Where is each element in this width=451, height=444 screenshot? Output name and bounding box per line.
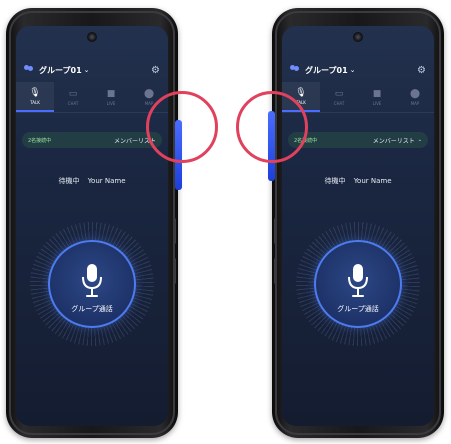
highlight-circle: [236, 91, 308, 163]
status-line: 待機中 Your Name: [282, 176, 434, 186]
header-bar: グループ01 ⌄ ⚙: [24, 62, 160, 78]
mic-icon: [348, 264, 368, 297]
tab-label: LIVE: [372, 101, 382, 106]
side-ridge: [173, 218, 176, 244]
phone-left: グループ01 ⌄ ⚙ 🎙 TALK ▭ CHAT ■ LIVE ⬤ MAP 2名…: [6, 8, 182, 438]
member-list-button[interactable]: メンバーリスト: [373, 136, 415, 145]
tab-label: LIVE: [106, 101, 116, 106]
chevron-down-icon[interactable]: ⌄: [350, 66, 356, 74]
front-camera: [353, 32, 363, 42]
side-ridge: [274, 218, 277, 244]
tab-bar: 🎙 TALK ▭ CHAT ■ LIVE ⬤ MAP: [16, 82, 168, 113]
status-line: 待機中 Your Name: [16, 176, 168, 186]
member-bar[interactable]: 2名接続中 メンバーリスト: [22, 132, 162, 148]
tab-talk[interactable]: 🎙 TALK: [16, 82, 54, 112]
tab-label: MAP: [410, 101, 420, 106]
tab-map[interactable]: ⬤ MAP: [396, 82, 434, 112]
member-bar[interactable]: 2名接続中 メンバーリスト ⌄: [288, 132, 428, 148]
gear-icon[interactable]: ⚙: [151, 65, 160, 76]
group-icon: [290, 65, 302, 75]
front-camera: [87, 32, 97, 42]
mic-icon: 🎙: [295, 88, 307, 98]
group-selector[interactable]: グループ01: [305, 65, 348, 76]
video-icon: ■: [372, 89, 382, 99]
group-selector[interactable]: グループ01: [39, 65, 82, 76]
mic-icon: 🎙: [29, 88, 41, 98]
user-name: Your Name: [353, 177, 392, 185]
tab-bar: 🎙 TALK ▭ CHAT ■ LIVE ⬤ MAP: [282, 82, 434, 113]
user-name: Your Name: [87, 177, 126, 185]
tab-chat[interactable]: ▭ CHAT: [320, 82, 358, 112]
status-state: 待機中: [324, 177, 346, 185]
talk-button-label: グループ通話: [337, 305, 379, 313]
pin-icon: ⬤: [409, 89, 421, 99]
tab-label: CHAT: [67, 101, 79, 106]
tab-live[interactable]: ■ LIVE: [92, 82, 130, 112]
online-count: 2名接続中: [28, 137, 52, 144]
tab-label: CHAT: [333, 101, 345, 106]
pin-icon: ⬤: [143, 89, 155, 99]
phone-screen: グループ01 ⌄ ⚙ 🎙 TALK ▭ CHAT ■ LIVE ⬤ MAP 2名…: [282, 26, 434, 426]
chat-icon: ▭: [334, 89, 344, 99]
header-bar: グループ01 ⌄ ⚙: [290, 62, 426, 78]
highlight-circle: [146, 91, 218, 163]
chevron-down-icon[interactable]: ⌄: [84, 66, 90, 74]
tab-label: TALK: [30, 100, 40, 105]
chat-icon: ▭: [68, 89, 78, 99]
video-icon: ■: [106, 89, 116, 99]
group-talk-button[interactable]: グループ通話: [314, 240, 402, 328]
status-state: 待機中: [58, 177, 80, 185]
phone-screen: グループ01 ⌄ ⚙ 🎙 TALK ▭ CHAT ■ LIVE ⬤ MAP 2名…: [16, 26, 168, 426]
tab-chat[interactable]: ▭ CHAT: [54, 82, 92, 112]
side-ridge: [274, 258, 277, 284]
group-talk-button[interactable]: グループ通話: [48, 240, 136, 328]
talk-button-label: グループ通話: [71, 305, 113, 313]
chevron-down-icon[interactable]: ⌄: [418, 137, 422, 143]
phone-right: グループ01 ⌄ ⚙ 🎙 TALK ▭ CHAT ■ LIVE ⬤ MAP 2名…: [268, 8, 444, 438]
side-ridge: [173, 258, 176, 284]
gear-icon[interactable]: ⚙: [417, 65, 426, 76]
group-icon: [24, 65, 36, 75]
mic-icon: [82, 264, 102, 297]
tab-live[interactable]: ■ LIVE: [358, 82, 396, 112]
